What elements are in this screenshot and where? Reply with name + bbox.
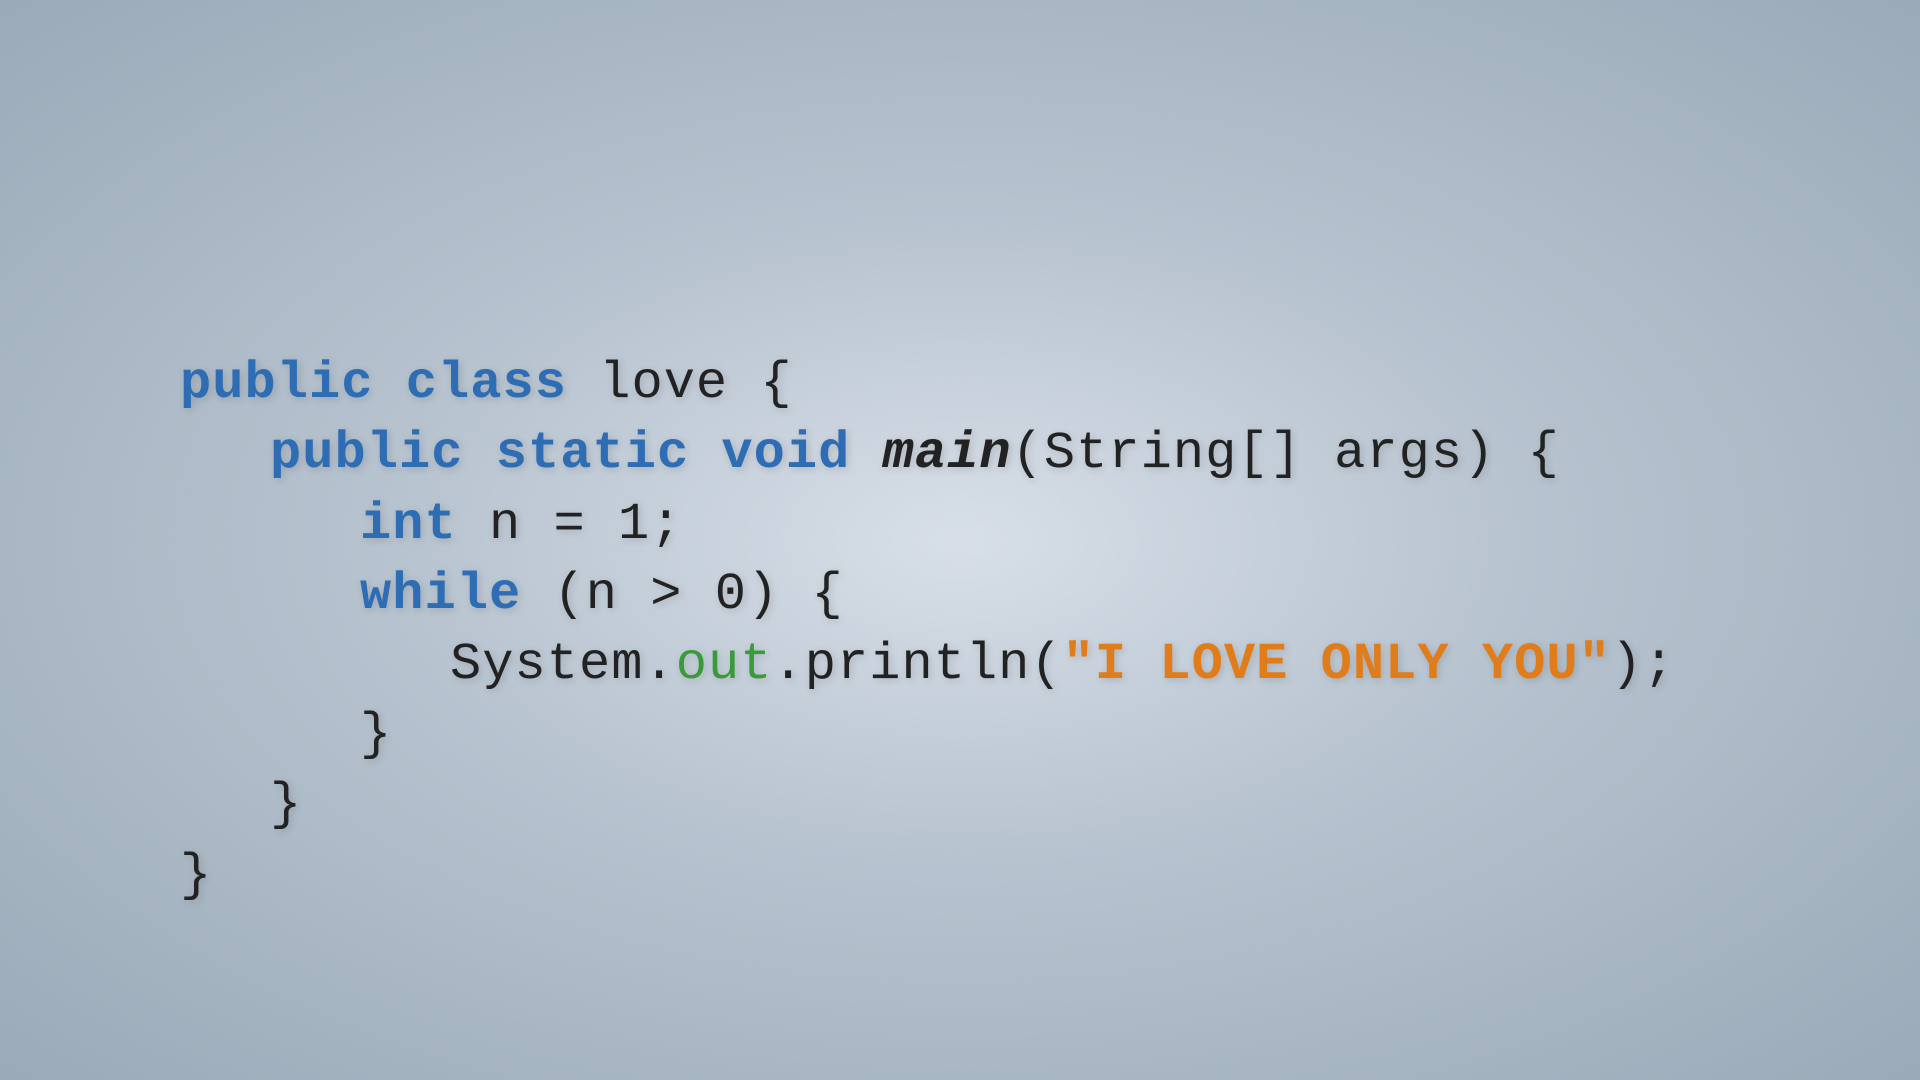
- keyword-int: int: [360, 495, 457, 554]
- system-class: System.: [450, 635, 676, 694]
- close-brace-class: }: [180, 846, 212, 905]
- out-field: out: [676, 635, 773, 694]
- code-line-4: while (n > 0) {: [180, 560, 1675, 630]
- code-line-1: public class love {: [180, 349, 1675, 419]
- close-brace-main: }: [270, 775, 302, 834]
- keyword-while: while: [360, 565, 521, 624]
- code-display: public class love { public static void m…: [0, 169, 1675, 911]
- close-brace-while: }: [360, 705, 392, 764]
- var-declaration: n = 1;: [457, 495, 683, 554]
- code-line-7: }: [180, 770, 1675, 840]
- keyword-public-static-void: public static void: [270, 424, 883, 483]
- code-line-3: int n = 1;: [180, 490, 1675, 560]
- method-params: (String[] args) {: [1012, 424, 1560, 483]
- string-literal: "I LOVE ONLY YOU": [1063, 635, 1611, 694]
- println-method: .println(: [772, 635, 1062, 694]
- code-line-8: }: [180, 841, 1675, 911]
- method-main: main: [883, 424, 1012, 483]
- code-line-5: System.out.println("I LOVE ONLY YOU");: [180, 630, 1675, 700]
- keyword-public-class: public class: [180, 354, 567, 413]
- class-name: love {: [567, 354, 793, 413]
- while-condition: (n > 0) {: [521, 565, 843, 624]
- statement-end: );: [1611, 635, 1676, 694]
- code-line-6: }: [180, 700, 1675, 770]
- code-line-2: public static void main(String[] args) {: [180, 419, 1675, 489]
